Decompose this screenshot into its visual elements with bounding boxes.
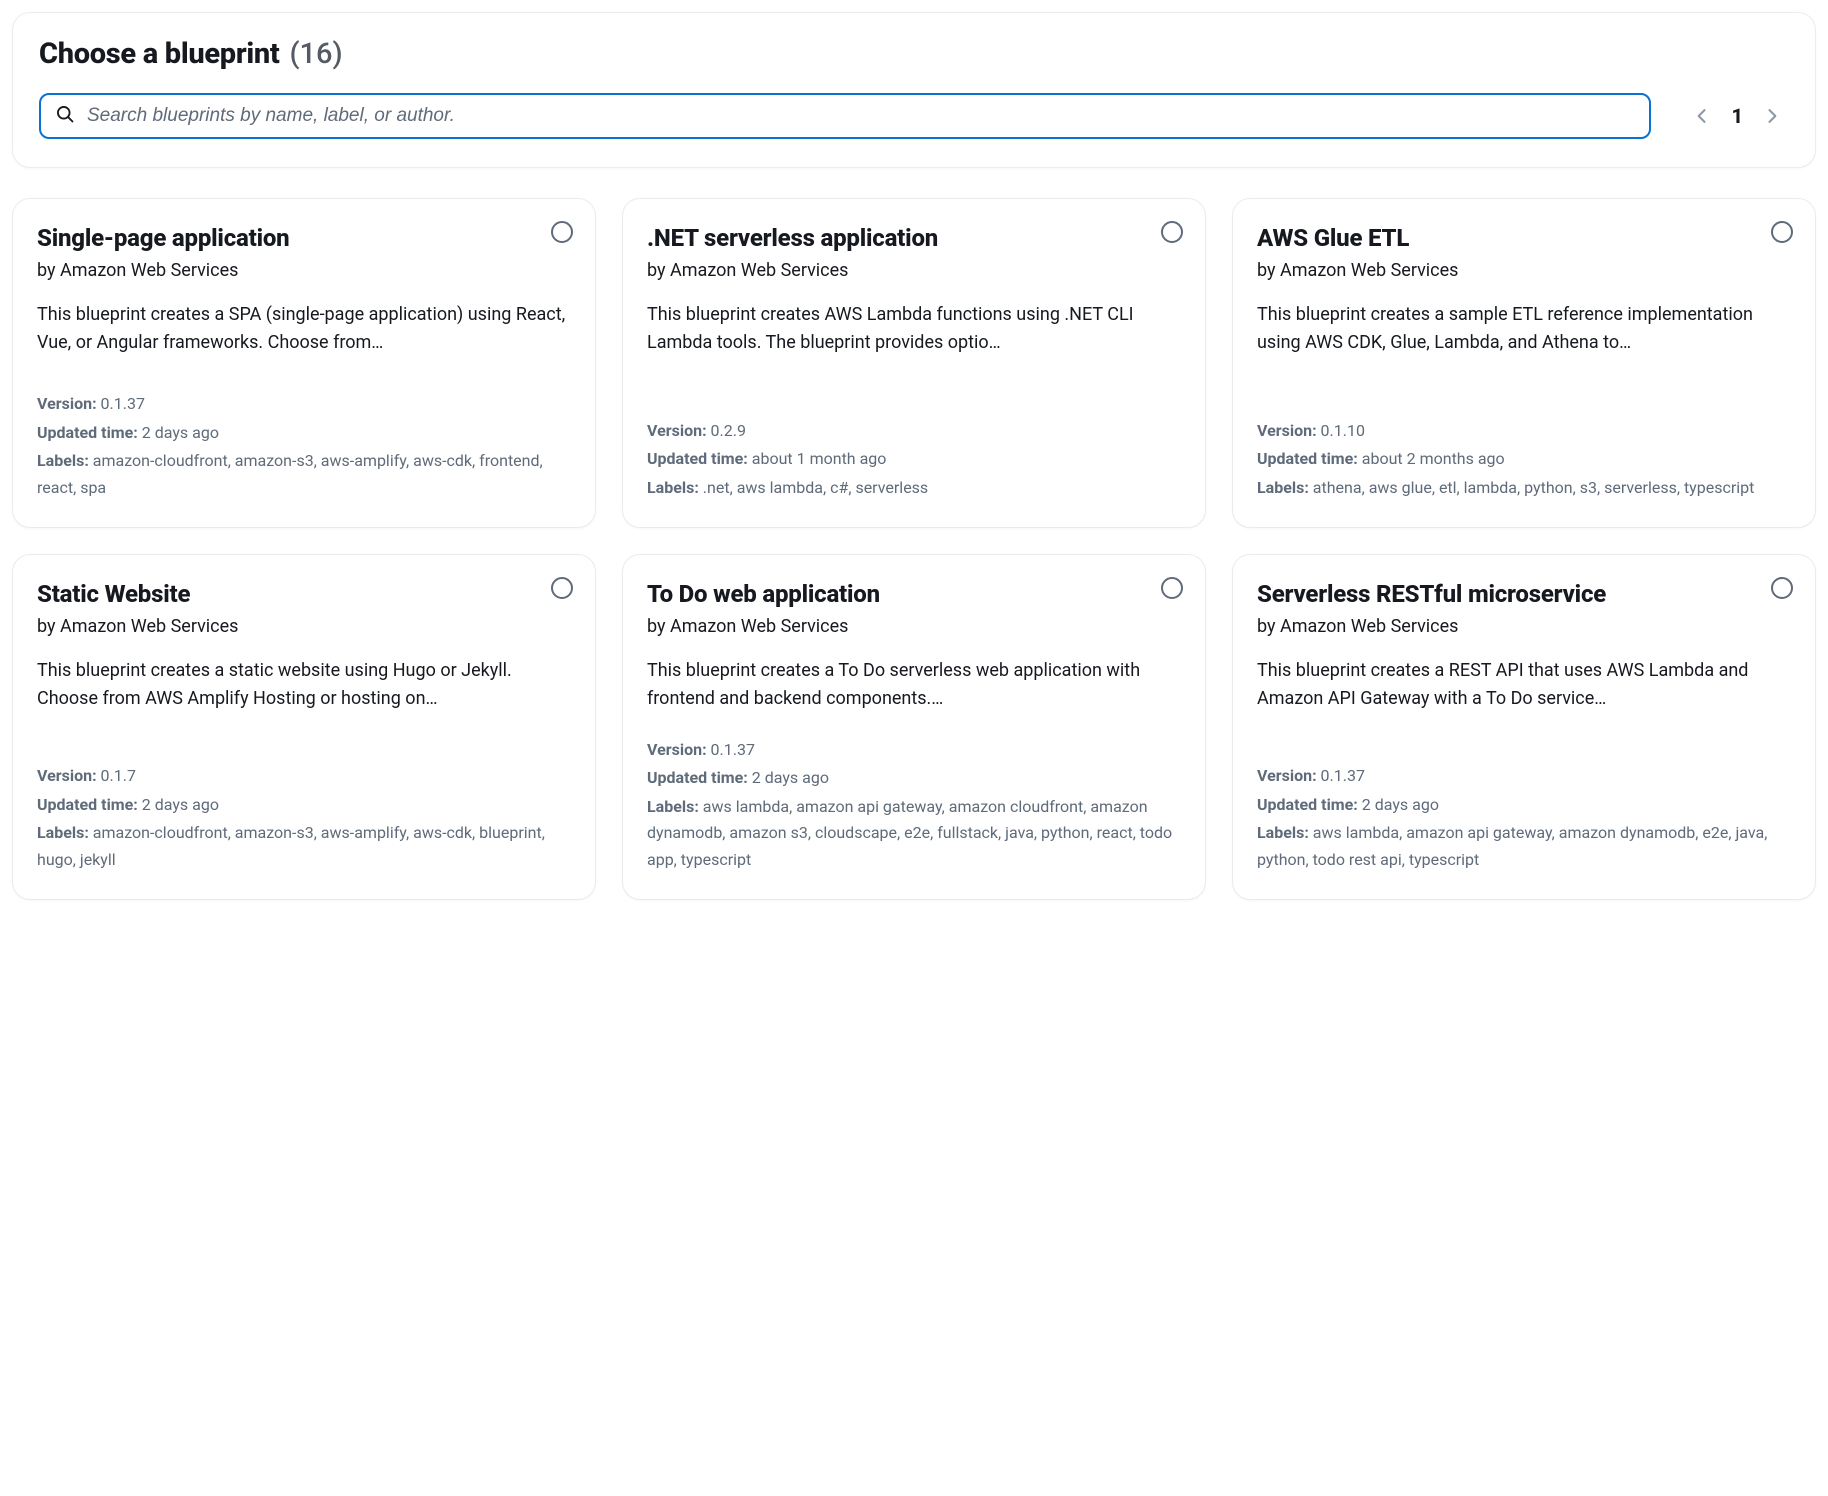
chevron-right-icon (1762, 106, 1782, 126)
version-label: Version: (1257, 421, 1317, 440)
prev-page-button[interactable] (1691, 105, 1713, 127)
labels-label: Labels: (37, 451, 89, 470)
select-radio[interactable] (1771, 221, 1793, 243)
select-radio[interactable] (1161, 221, 1183, 243)
blueprint-meta: Version: 0.1.10 Updated time: about 2 mo… (1257, 418, 1791, 503)
blueprint-grid: Single-page application by Amazon Web Se… (12, 198, 1816, 900)
labels-value: aws lambda, amazon api gateway, amazon d… (1257, 823, 1767, 868)
search-field[interactable] (39, 93, 1651, 139)
updated-label: Updated time: (37, 423, 138, 442)
blueprint-description: This blueprint creates a To Do serverles… (647, 657, 1181, 713)
version-value: 0.1.37 (101, 394, 145, 413)
blueprint-author: by Amazon Web Services (647, 260, 1181, 281)
select-radio[interactable] (551, 577, 573, 599)
blueprint-description: This blueprint creates a SPA (single-pag… (37, 301, 571, 357)
labels-label: Labels: (1257, 478, 1309, 497)
updated-label: Updated time: (37, 795, 138, 814)
author-prefix: by (1257, 260, 1276, 281)
version-value: 0.1.37 (1321, 766, 1365, 785)
labels-value: amazon-cloudfront, amazon-s3, aws-amplif… (37, 823, 545, 868)
labels-value: athena, aws glue, etl, lambda, python, s… (1313, 478, 1755, 497)
blueprint-description: This blueprint creates a sample ETL refe… (1257, 301, 1791, 357)
blueprint-title: To Do web application (647, 579, 1181, 610)
version-value: 0.1.7 (101, 766, 136, 785)
page-title: Choose a blueprint (39, 37, 279, 71)
updated-value: about 1 month ago (752, 449, 887, 468)
labels-label: Labels: (37, 823, 89, 842)
search-input[interactable] (87, 105, 1635, 127)
labels-value: .net, aws lambda, c#, serverless (703, 478, 928, 497)
blueprint-description: This blueprint creates AWS Lambda functi… (647, 301, 1181, 357)
blueprint-title: AWS Glue ETL (1257, 223, 1791, 254)
labels-label: Labels: (647, 478, 699, 497)
updated-value: 2 days ago (1362, 795, 1439, 814)
updated-label: Updated time: (1257, 449, 1358, 468)
pagination: 1 (1691, 104, 1789, 128)
updated-label: Updated time: (647, 768, 748, 787)
blueprint-title: .NET serverless application (647, 223, 1181, 254)
blueprint-meta: Version: 0.1.7 Updated time: 2 days ago … (37, 763, 571, 875)
blueprint-title: Static Website (37, 579, 571, 610)
author-prefix: by (1257, 616, 1276, 637)
author-prefix: by (37, 616, 56, 637)
blueprint-card[interactable]: .NET serverless application by Amazon We… (622, 198, 1206, 528)
blueprint-author: by Amazon Web Services (647, 616, 1181, 637)
version-label: Version: (37, 766, 97, 785)
version-label: Version: (647, 421, 707, 440)
blueprint-card[interactable]: Serverless RESTful microservice by Amazo… (1232, 554, 1816, 900)
chevron-left-icon (1692, 106, 1712, 126)
version-value: 0.1.37 (711, 740, 755, 759)
blueprint-card[interactable]: Single-page application by Amazon Web Se… (12, 198, 596, 528)
blueprint-meta: Version: 0.1.37 Updated time: 2 days ago… (37, 391, 571, 503)
select-radio[interactable] (1161, 577, 1183, 599)
updated-value: 2 days ago (142, 423, 219, 442)
blueprint-author: by Amazon Web Services (1257, 616, 1791, 637)
page-number: 1 (1731, 104, 1743, 128)
blueprint-card[interactable]: AWS Glue ETL by Amazon Web Services This… (1232, 198, 1816, 528)
blueprint-card[interactable]: To Do web application by Amazon Web Serv… (622, 554, 1206, 900)
blueprint-description: This blueprint creates a REST API that u… (1257, 657, 1791, 713)
author-prefix: by (647, 260, 666, 281)
blueprint-header-panel: Choose a blueprint (16) 1 (12, 12, 1816, 168)
version-label: Version: (1257, 766, 1317, 785)
version-value: 0.1.10 (1321, 421, 1365, 440)
version-label: Version: (37, 394, 97, 413)
labels-label: Labels: (1257, 823, 1309, 842)
blueprint-meta: Version: 0.1.37 Updated time: 2 days ago… (647, 737, 1181, 875)
blueprint-title: Single-page application (37, 223, 571, 254)
updated-value: 2 days ago (142, 795, 219, 814)
version-value: 0.2.9 (711, 421, 746, 440)
select-radio[interactable] (1771, 577, 1793, 599)
blueprint-author: by Amazon Web Services (1257, 260, 1791, 281)
updated-value: 2 days ago (752, 768, 829, 787)
labels-value: aws lambda, amazon api gateway, amazon c… (647, 797, 1172, 869)
blueprint-title: Serverless RESTful microservice (1257, 579, 1791, 610)
page-title-row: Choose a blueprint (16) (39, 37, 1789, 71)
author-prefix: by (37, 260, 56, 281)
next-page-button[interactable] (1761, 105, 1783, 127)
author-prefix: by (647, 616, 666, 637)
result-count: (16) (289, 37, 342, 71)
labels-value: amazon-cloudfront, amazon-s3, aws-amplif… (37, 451, 543, 496)
blueprint-author: by Amazon Web Services (37, 260, 571, 281)
blueprint-meta: Version: 0.2.9 Updated time: about 1 mon… (647, 418, 1181, 503)
updated-value: about 2 months ago (1362, 449, 1505, 468)
blueprint-author: by Amazon Web Services (37, 616, 571, 637)
blueprint-card[interactable]: Static Website by Amazon Web Services Th… (12, 554, 596, 900)
version-label: Version: (647, 740, 707, 759)
updated-label: Updated time: (647, 449, 748, 468)
select-radio[interactable] (551, 221, 573, 243)
blueprint-description: This blueprint creates a static website … (37, 657, 571, 713)
search-icon (55, 104, 75, 128)
blueprint-meta: Version: 0.1.37 Updated time: 2 days ago… (1257, 763, 1791, 875)
updated-label: Updated time: (1257, 795, 1358, 814)
labels-label: Labels: (647, 797, 699, 816)
